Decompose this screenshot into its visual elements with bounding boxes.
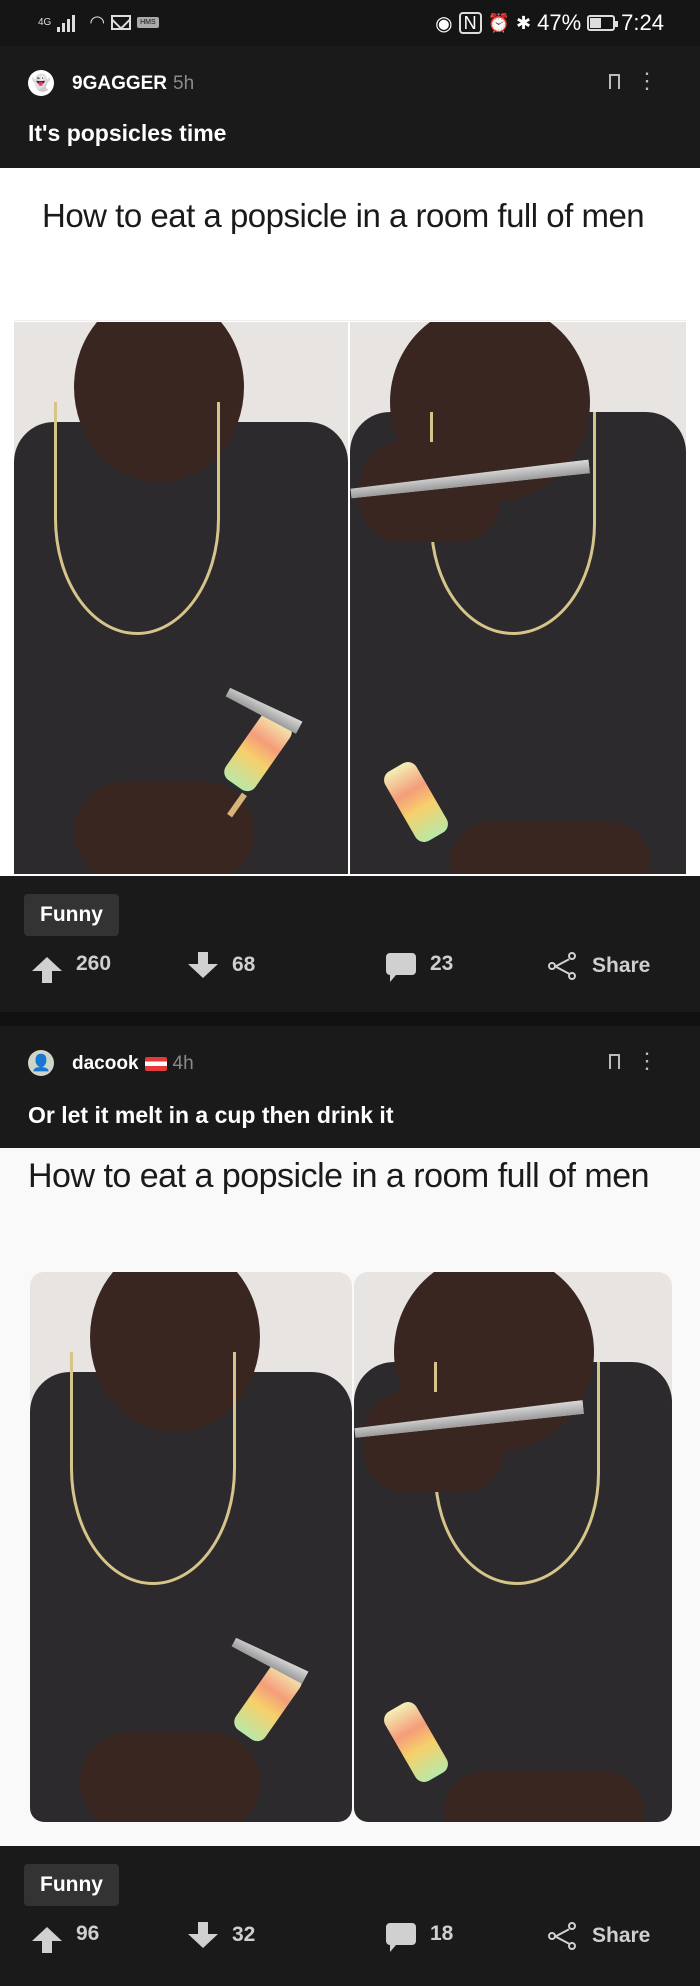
meme-caption: How to eat a popsicle in a room full of … bbox=[28, 1157, 650, 1195]
upvote-count: 96 bbox=[76, 1922, 100, 1945]
more-options-icon[interactable]: ⋮ bbox=[636, 1050, 658, 1072]
share-button[interactable]: Share bbox=[548, 952, 650, 980]
meme-left-panel bbox=[30, 1272, 352, 1822]
nfc-icon: N bbox=[458, 12, 482, 34]
battery-icon bbox=[587, 15, 619, 31]
post-card[interactable]: 👤 dacook 4h ⋮ Or let it melt in a cup the… bbox=[0, 1026, 700, 1986]
share-label: Share bbox=[592, 954, 651, 977]
downvote-icon bbox=[188, 952, 218, 978]
post-card[interactable]: 👻 9GAGGER 5h ⋮ It's popsicles time How to… bbox=[0, 46, 700, 1012]
tag-chip[interactable]: Funny bbox=[24, 1864, 119, 1906]
eye-icon: ◉ bbox=[435, 12, 453, 35]
alarm-icon: ⏰ bbox=[487, 12, 511, 33]
meme-image[interactable]: How to eat a popsicle in a room full of … bbox=[0, 168, 700, 876]
share-label: Share bbox=[592, 1924, 651, 1947]
upvote-button[interactable]: 96 bbox=[32, 1922, 100, 1953]
ghost-avatar-icon[interactable]: 👻 bbox=[28, 70, 54, 96]
post-title[interactable]: Or let it melt in a cup then drink it bbox=[28, 1102, 393, 1129]
downvote-button[interactable]: 32 bbox=[188, 1922, 255, 1948]
meme-right-panel bbox=[350, 322, 686, 874]
comment-count: 18 bbox=[430, 1922, 454, 1945]
status-right: ◉ N ⏰ ✱ 47% 7:24 bbox=[435, 10, 664, 36]
status-bar: 4G ◠ HMS ◉ N ⏰ ✱ 47% 7:24 bbox=[0, 0, 700, 46]
bluetooth-icon: ✱ bbox=[516, 12, 532, 33]
post-actions: 260 68 23 Share bbox=[0, 952, 700, 992]
post-header: 👻 9GAGGER 5h ⋮ bbox=[0, 46, 700, 112]
upvote-icon bbox=[32, 1927, 62, 1953]
more-options-icon[interactable]: ⋮ bbox=[636, 70, 658, 92]
post-time: 5h bbox=[173, 73, 195, 94]
upvote-icon bbox=[32, 957, 62, 983]
bookmark-icon[interactable] bbox=[609, 74, 620, 89]
meme-right-panel bbox=[354, 1272, 672, 1822]
post-actions: 96 32 18 Share bbox=[0, 1922, 700, 1962]
upvote-button[interactable]: 260 bbox=[32, 952, 112, 983]
comments-button[interactable]: 23 bbox=[386, 952, 454, 982]
share-icon bbox=[548, 1922, 578, 1950]
share-button[interactable]: Share bbox=[548, 1922, 650, 1950]
mail-icon bbox=[111, 15, 132, 30]
post-author[interactable]: 9GAGGER 5h bbox=[72, 73, 194, 95]
upvote-count: 260 bbox=[76, 952, 112, 975]
signal-icon bbox=[57, 14, 76, 32]
comment-count: 23 bbox=[430, 952, 454, 975]
meme-left-panel bbox=[14, 322, 348, 874]
post-time: 4h bbox=[172, 1053, 194, 1074]
post-separator bbox=[0, 1012, 700, 1026]
comment-icon bbox=[386, 953, 416, 982]
hms-icon: HMS bbox=[137, 17, 159, 28]
downvote-count: 68 bbox=[232, 953, 256, 976]
downvote-count: 32 bbox=[232, 1923, 256, 1946]
downvote-icon bbox=[188, 1922, 218, 1948]
comment-icon bbox=[386, 1923, 416, 1952]
user-avatar[interactable]: 👤 bbox=[28, 1050, 54, 1076]
comments-button[interactable]: 18 bbox=[386, 1922, 454, 1952]
downvote-button[interactable]: 68 bbox=[188, 952, 255, 978]
austria-flag-icon bbox=[144, 1056, 167, 1071]
meme-caption: How to eat a popsicle in a room full of … bbox=[42, 197, 645, 234]
meme-image[interactable]: How to eat a popsicle in a room full of … bbox=[0, 1148, 700, 1846]
post-author[interactable]: dacook 4h bbox=[72, 1053, 194, 1075]
wifi-icon: ◠ bbox=[89, 12, 106, 32]
bookmark-icon[interactable] bbox=[609, 1054, 620, 1069]
clock: 7:24 bbox=[621, 10, 664, 35]
tag-chip[interactable]: Funny bbox=[24, 894, 119, 936]
network-label: 4G bbox=[38, 17, 52, 28]
status-left: 4G ◠ HMS bbox=[38, 12, 159, 33]
post-header: 👤 dacook 4h ⋮ bbox=[0, 1026, 700, 1092]
post-title[interactable]: It's popsicles time bbox=[28, 120, 226, 147]
share-icon bbox=[548, 952, 578, 980]
battery-percent: 47% bbox=[537, 10, 582, 35]
